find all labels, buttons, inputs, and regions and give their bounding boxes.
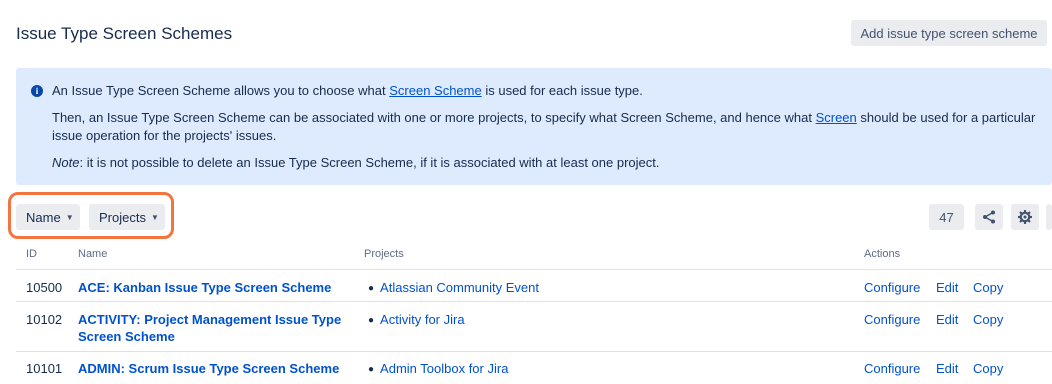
column-header-projects: Projects	[364, 248, 404, 260]
info-message: i An Issue Type Screen Scheme allows you…	[16, 68, 1052, 185]
name-filter-button[interactable]: Name ▼	[16, 204, 80, 230]
share-icon	[983, 210, 995, 224]
bullet: ●	[368, 283, 375, 294]
screen-link[interactable]: Screen	[816, 110, 857, 125]
projects-filter-button[interactable]: Projects ▼	[89, 204, 165, 230]
row-id: 10102	[26, 312, 63, 327]
add-issue-type-screen-scheme-button[interactable]: Add issue type screen scheme	[851, 20, 1047, 46]
row-divider	[16, 351, 1052, 352]
result-count: 47	[929, 204, 964, 230]
edit-link[interactable]: Edit	[936, 311, 958, 328]
configure-link[interactable]: Configure	[864, 311, 920, 328]
configure-link[interactable]: Configure	[864, 279, 920, 296]
project-link[interactable]: Admin Toolbox for Jira	[380, 361, 508, 376]
copy-link[interactable]: Copy	[973, 360, 1003, 377]
screen-scheme-link[interactable]: Screen Scheme	[389, 83, 482, 98]
project-link[interactable]: Atlassian Community Event	[380, 280, 539, 295]
copy-link[interactable]: Copy	[973, 279, 1003, 296]
bullet: ●	[368, 364, 375, 375]
info-icon: i	[31, 85, 43, 97]
caret-down-icon: ▼	[65, 212, 74, 222]
gear-icon	[1018, 210, 1032, 224]
info-line-3: Note: it is not possible to delete an Is…	[52, 155, 660, 170]
project-item: ● Atlassian Community Event	[368, 279, 539, 297]
project-item: ● Admin Toolbox for Jira	[368, 360, 508, 378]
page-title: Issue Type Screen Schemes	[16, 24, 233, 43]
scheme-name-link[interactable]: ACTIVITY: Project Management Issue Type …	[78, 311, 358, 345]
header-divider	[16, 269, 1052, 270]
info-line-2: Then, an Issue Type Screen Scheme can be…	[52, 110, 1036, 143]
share-button[interactable]	[975, 204, 1003, 230]
info-line-1: An Issue Type Screen Scheme allows you t…	[52, 83, 643, 98]
row-id: 10500	[26, 280, 63, 295]
caret-down-icon: ▼	[150, 212, 159, 222]
scheme-name-link[interactable]: ADMIN: Scrum Issue Type Screen Scheme	[78, 360, 358, 377]
row-id: 10101	[26, 361, 63, 376]
copy-link[interactable]: Copy	[973, 311, 1003, 328]
edit-link[interactable]: Edit	[936, 360, 958, 377]
project-link[interactable]: Activity for Jira	[380, 312, 465, 327]
edit-link[interactable]: Edit	[936, 279, 958, 296]
column-header-actions: Actions	[864, 248, 901, 260]
column-header-id: ID	[26, 248, 37, 260]
scheme-name-link[interactable]: ACE: Kanban Issue Type Screen Scheme	[78, 279, 358, 296]
settings-button[interactable]	[1011, 204, 1039, 230]
project-item: ● Activity for Jira	[368, 311, 465, 329]
configure-link[interactable]: Configure	[864, 360, 920, 377]
bullet: ●	[368, 315, 375, 326]
more-button[interactable]	[1046, 204, 1052, 230]
row-divider	[16, 301, 1052, 302]
column-header-name: Name	[78, 248, 108, 260]
